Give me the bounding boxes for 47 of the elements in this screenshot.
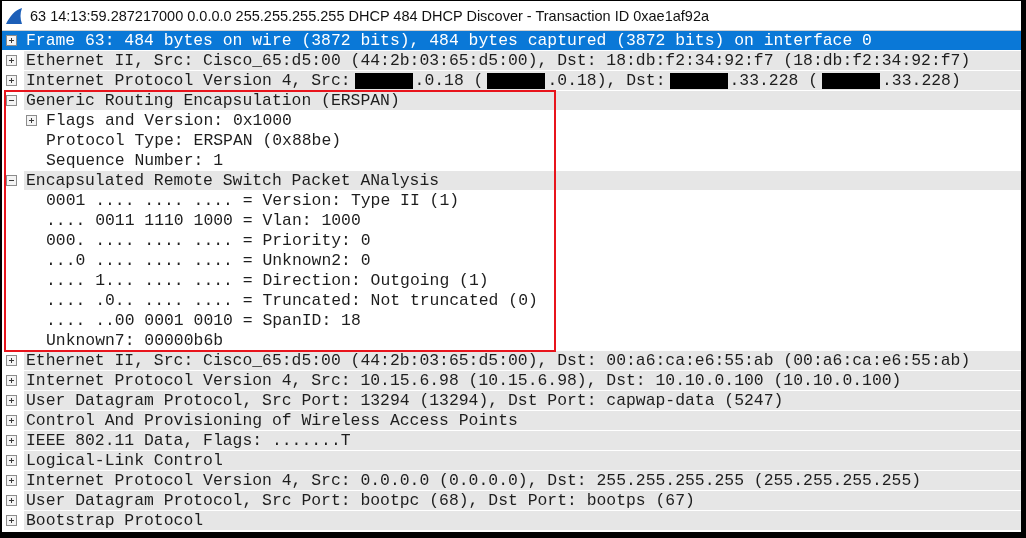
redaction-bar — [669, 72, 728, 89]
redaction-bar — [354, 72, 413, 89]
tree-item-label: 000. .... .... .... = Priority: 0 — [45, 231, 371, 250]
tree-row[interactable]: Frame 63: 484 bytes on wire (3872 bits), 484 bytes captured (3872 bits) on interface 0 — [2, 31, 1021, 50]
tree-item-label: 0001 .... .... .... = Version: Type II (1) — [45, 191, 460, 210]
tree-item-label: Sequence Number: 1 — [45, 151, 224, 170]
tree-item-label: Internet Protocol Version 4, Src: — [25, 71, 351, 90]
tree-item-label: Protocol Type: ERSPAN (0x88be) — [45, 131, 342, 150]
expand-icon[interactable] — [6, 495, 17, 506]
tree-item-label: .0.18 ( — [413, 71, 484, 90]
expand-icon[interactable] — [6, 515, 17, 526]
window-title: 63 14:13:59.287217000 0.0.0.0 255.255.255.255 DHCP 484 DHCP Discover - Transaction ID 0xae1af92a — [30, 7, 709, 24]
tree-item-label: Control And Provisioning of Wireless Access Points — [25, 411, 518, 430]
redaction-bar — [487, 72, 546, 89]
expand-icon[interactable] — [6, 35, 17, 46]
tree-item-label: ...0 .... .... .... = Unknown2: 0 — [45, 251, 371, 270]
tree-item-label: Generic Routing Encapsulation (ERSPAN) — [25, 91, 400, 110]
tree-item-label: Logical-Link Control — [25, 451, 223, 470]
tree-item-label: .... 1... .... .... = Direction: Outgoing (1) — [45, 271, 489, 290]
tree-item-label: .33.228 ( — [728, 71, 819, 90]
expand-icon[interactable] — [6, 55, 17, 66]
redaction-bar — [822, 72, 881, 89]
tree-item-label: IEEE 802.11 Data, Flags: .......T — [25, 431, 351, 450]
tree-item-label: .... .0.. .... .... = Truncated: Not truncated (0) — [45, 291, 538, 310]
tree-item-label: Bootstrap Protocol — [25, 511, 204, 530]
tree-item-label: .33.228) — [881, 71, 961, 90]
tree-item-label: User Datagram Protocol, Src Port: bootpc (68), Dst Port: bootps (67) — [25, 491, 695, 510]
tree-item-label: User Datagram Protocol, Src Port: 13294 (13294), Dst Port: capwap-data (5247) — [25, 391, 784, 410]
tree-item-label: .0.18), Dst: — [546, 71, 666, 90]
expand-icon[interactable] — [6, 375, 17, 386]
tree-item-label: Unknown7: 00000b6b — [45, 331, 224, 350]
expand-icon[interactable] — [6, 395, 17, 406]
shark-fin-icon — [5, 6, 23, 25]
tree-item-label: Frame 63: 484 bytes on wire (3872 bits), 484 bytes captured (3872 bits) on interface 0 — [25, 31, 872, 50]
expand-icon[interactable] — [6, 435, 17, 446]
expand-icon[interactable] — [6, 415, 17, 426]
expand-icon[interactable] — [6, 355, 17, 366]
tree-item-label: Encapsulated Remote Switch Packet ANalysis — [25, 171, 440, 190]
collapse-icon[interactable] — [6, 95, 17, 106]
expand-icon[interactable] — [6, 475, 17, 486]
collapse-icon[interactable] — [6, 175, 17, 186]
tree-item-label: .... 0011 1110 1000 = Vlan: 1000 — [45, 211, 361, 230]
expand-icon[interactable] — [6, 75, 17, 86]
tree-item-label: Flags and Version: 0x1000 — [45, 111, 292, 130]
expand-icon[interactable] — [6, 455, 17, 466]
expand-icon[interactable] — [26, 115, 37, 126]
tree-item-label: .... ..00 0001 0010 = SpanID: 18 — [45, 311, 361, 330]
